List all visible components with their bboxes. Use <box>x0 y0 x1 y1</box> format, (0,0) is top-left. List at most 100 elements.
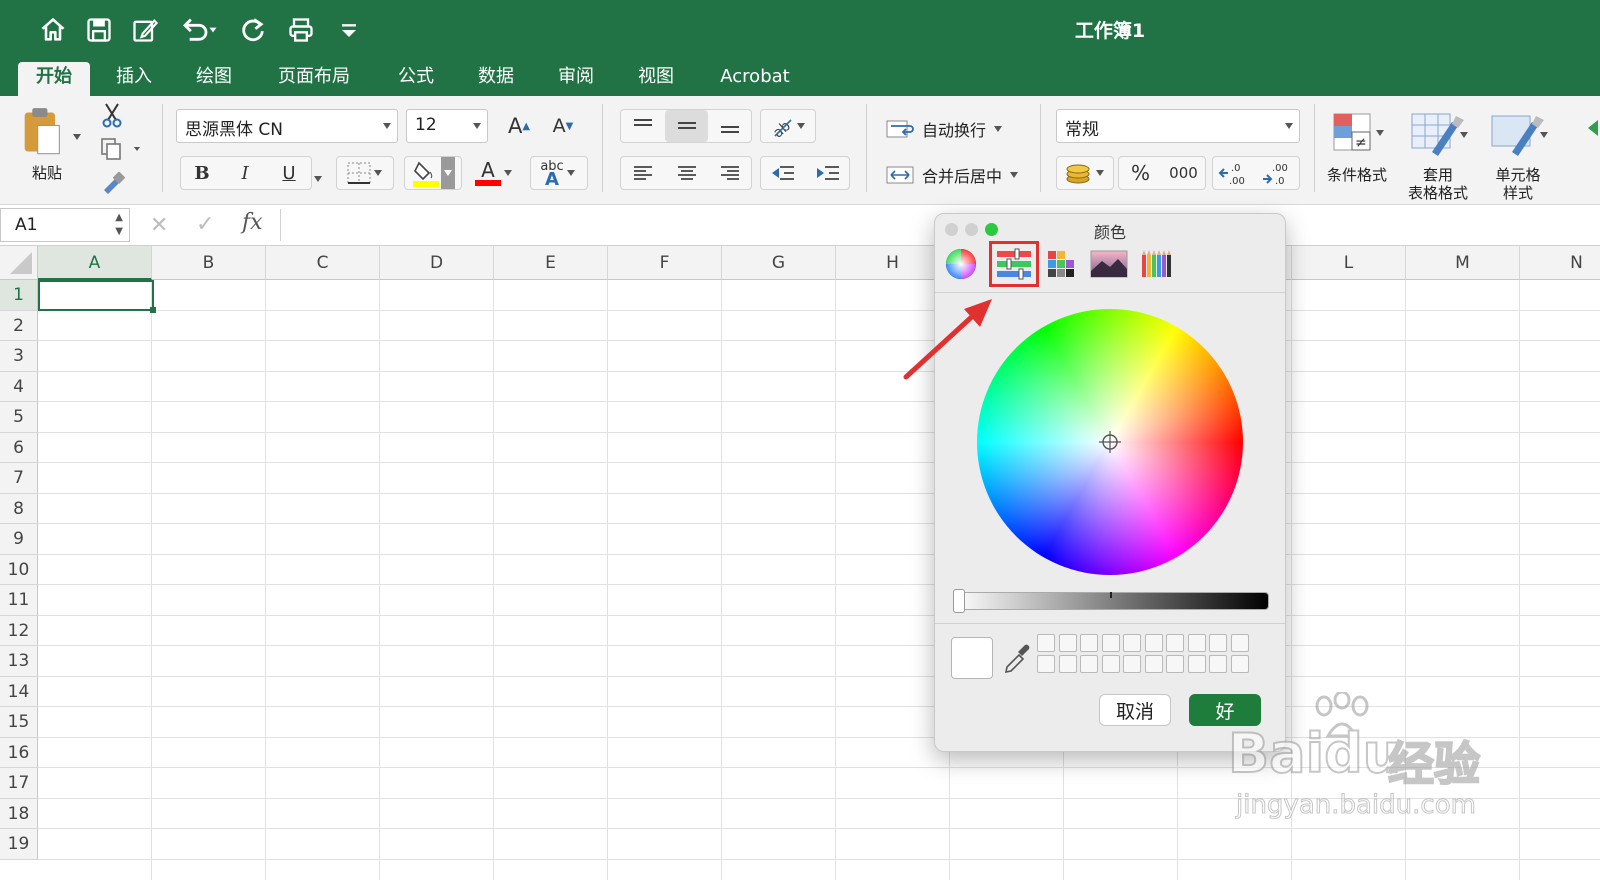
selected-cell[interactable] <box>38 280 154 311</box>
edit-icon[interactable] <box>128 12 162 48</box>
select-all-corner[interactable] <box>0 246 38 280</box>
underline-button[interactable]: U <box>267 157 311 189</box>
custom-swatch-slot[interactable] <box>1166 655 1184 673</box>
row-header-15[interactable]: 15 <box>0 707 38 738</box>
image-palettes-icon[interactable] <box>1089 244 1129 284</box>
custom-swatch-slot[interactable] <box>1230 634 1249 652</box>
save-icon[interactable] <box>82 12 116 48</box>
column-header-l[interactable]: L <box>1292 246 1406 280</box>
italic-button[interactable]: I <box>224 157 266 189</box>
color-palettes-icon[interactable] <box>1041 244 1081 284</box>
font-name-select[interactable]: 思源黑体 CN <box>176 109 398 143</box>
align-top-button[interactable] <box>621 110 664 142</box>
current-color-swatch[interactable] <box>951 637 993 679</box>
row-header-19[interactable]: 19 <box>0 829 38 860</box>
tab-data[interactable]: 数据 <box>466 62 526 96</box>
align-center-button[interactable] <box>665 157 708 189</box>
row-header-11[interactable]: 11 <box>0 585 38 616</box>
tab-formulas[interactable]: 公式 <box>386 62 446 96</box>
custom-swatch-slot[interactable] <box>1058 634 1077 652</box>
tab-acrobat[interactable]: Acrobat <box>710 62 800 96</box>
font-color-button[interactable]: A <box>466 156 524 190</box>
ribbon-more-icon[interactable] <box>1584 118 1600 142</box>
row-header-6[interactable]: 6 <box>0 432 38 463</box>
percent-button[interactable]: % <box>1119 157 1162 189</box>
undo-icon[interactable] <box>176 12 222 48</box>
tab-draw[interactable]: 绘图 <box>184 62 244 96</box>
row-header-5[interactable]: 5 <box>0 402 38 433</box>
merge-center-button[interactable]: 合并后居中 <box>886 160 1056 190</box>
conditional-format-icon[interactable]: ≠ <box>1330 108 1390 158</box>
align-right-button[interactable] <box>709 157 751 189</box>
column-header-d[interactable]: D <box>380 246 494 280</box>
column-header-c[interactable]: C <box>266 246 380 280</box>
custom-swatch-slot[interactable] <box>1230 655 1249 673</box>
row-header-10[interactable]: 10 <box>0 554 38 585</box>
fill-color-button[interactable] <box>404 156 462 190</box>
tab-page-layout[interactable]: 页面布局 <box>268 62 360 96</box>
row-header-17[interactable]: 17 <box>0 768 38 799</box>
copy-icon[interactable] <box>100 137 140 163</box>
custom-swatch-slot[interactable] <box>1080 634 1098 652</box>
row-header-12[interactable]: 12 <box>0 615 38 646</box>
cancel-entry-icon[interactable]: ✕ <box>150 213 168 238</box>
custom-swatch-slot[interactable] <box>1101 655 1120 673</box>
decrease-decimal-button[interactable]: .00.0 <box>1256 157 1299 189</box>
column-header-a[interactable]: A <box>38 246 152 280</box>
increase-indent-button[interactable] <box>806 157 849 189</box>
align-bottom-button[interactable] <box>709 110 751 142</box>
accounting-format-button[interactable] <box>1056 156 1114 190</box>
color-sliders-icon[interactable] <box>989 241 1039 287</box>
borders-button[interactable] <box>336 156 394 190</box>
thousands-button[interactable]: 000 <box>1162 157 1205 189</box>
column-header-m[interactable]: M <box>1406 246 1520 280</box>
align-left-button[interactable] <box>621 157 664 189</box>
column-header-n[interactable]: N <box>1520 246 1600 280</box>
cell-styles-icon[interactable] <box>1488 108 1548 158</box>
brightness-slider-thumb[interactable] <box>953 589 965 613</box>
cut-icon[interactable] <box>100 102 126 130</box>
grow-font-button[interactable]: A ▲ <box>500 109 538 143</box>
row-header-1[interactable]: 1 <box>0 280 38 311</box>
decrease-indent-button[interactable] <box>761 157 805 189</box>
column-header-g[interactable]: G <box>722 246 836 280</box>
home-icon[interactable] <box>36 12 70 48</box>
format-painter-icon[interactable] <box>100 170 128 196</box>
custom-swatch-slot[interactable] <box>1037 655 1055 673</box>
custom-swatch-slot[interactable] <box>1080 655 1098 673</box>
font-size-select[interactable]: 12 <box>406 109 488 143</box>
custom-swatch-slot[interactable] <box>1209 634 1227 652</box>
custom-swatch-slot[interactable] <box>1037 634 1055 652</box>
redo-icon[interactable] <box>236 12 270 48</box>
confirm-entry-icon[interactable]: ✓ <box>196 212 214 237</box>
custom-swatch-slot[interactable] <box>1209 655 1227 673</box>
tab-home[interactable]: 开始 <box>18 62 90 96</box>
row-header-8[interactable]: 8 <box>0 493 38 524</box>
row-header-3[interactable]: 3 <box>0 341 38 372</box>
number-format-select[interactable]: 常规 <box>1056 109 1300 143</box>
column-header-f[interactable]: F <box>608 246 722 280</box>
align-middle-button[interactable] <box>665 110 708 142</box>
shrink-font-button[interactable]: A ▼ <box>544 109 582 143</box>
customize-icon[interactable] <box>332 12 366 48</box>
row-header-13[interactable]: 13 <box>0 646 38 677</box>
custom-swatch-slot[interactable] <box>1166 634 1184 652</box>
print-icon[interactable] <box>284 12 318 48</box>
column-header-e[interactable]: E <box>494 246 608 280</box>
row-header-7[interactable]: 7 <box>0 463 38 494</box>
custom-swatch-slot[interactable] <box>1187 634 1206 652</box>
paste-icon[interactable] <box>20 106 70 160</box>
column-header-b[interactable]: B <box>152 246 266 280</box>
column-header-h[interactable]: H <box>836 246 950 280</box>
underline-dropdown-icon[interactable] <box>313 168 323 187</box>
row-header-18[interactable]: 18 <box>0 798 38 829</box>
orientation-button[interactable]: ab <box>760 109 816 143</box>
cancel-button[interactable]: 取消 <box>1099 694 1171 726</box>
row-header-14[interactable]: 14 <box>0 676 38 707</box>
eyedropper-icon[interactable] <box>1001 641 1031 674</box>
fill-color-dropdown[interactable] <box>441 157 455 189</box>
custom-swatch-slot[interactable] <box>1187 655 1206 673</box>
row-header-2[interactable]: 2 <box>0 310 38 341</box>
name-box-stepper-icon[interactable]: ▲ ▼ <box>115 211 123 239</box>
crosshair-icon[interactable] <box>1099 431 1121 453</box>
